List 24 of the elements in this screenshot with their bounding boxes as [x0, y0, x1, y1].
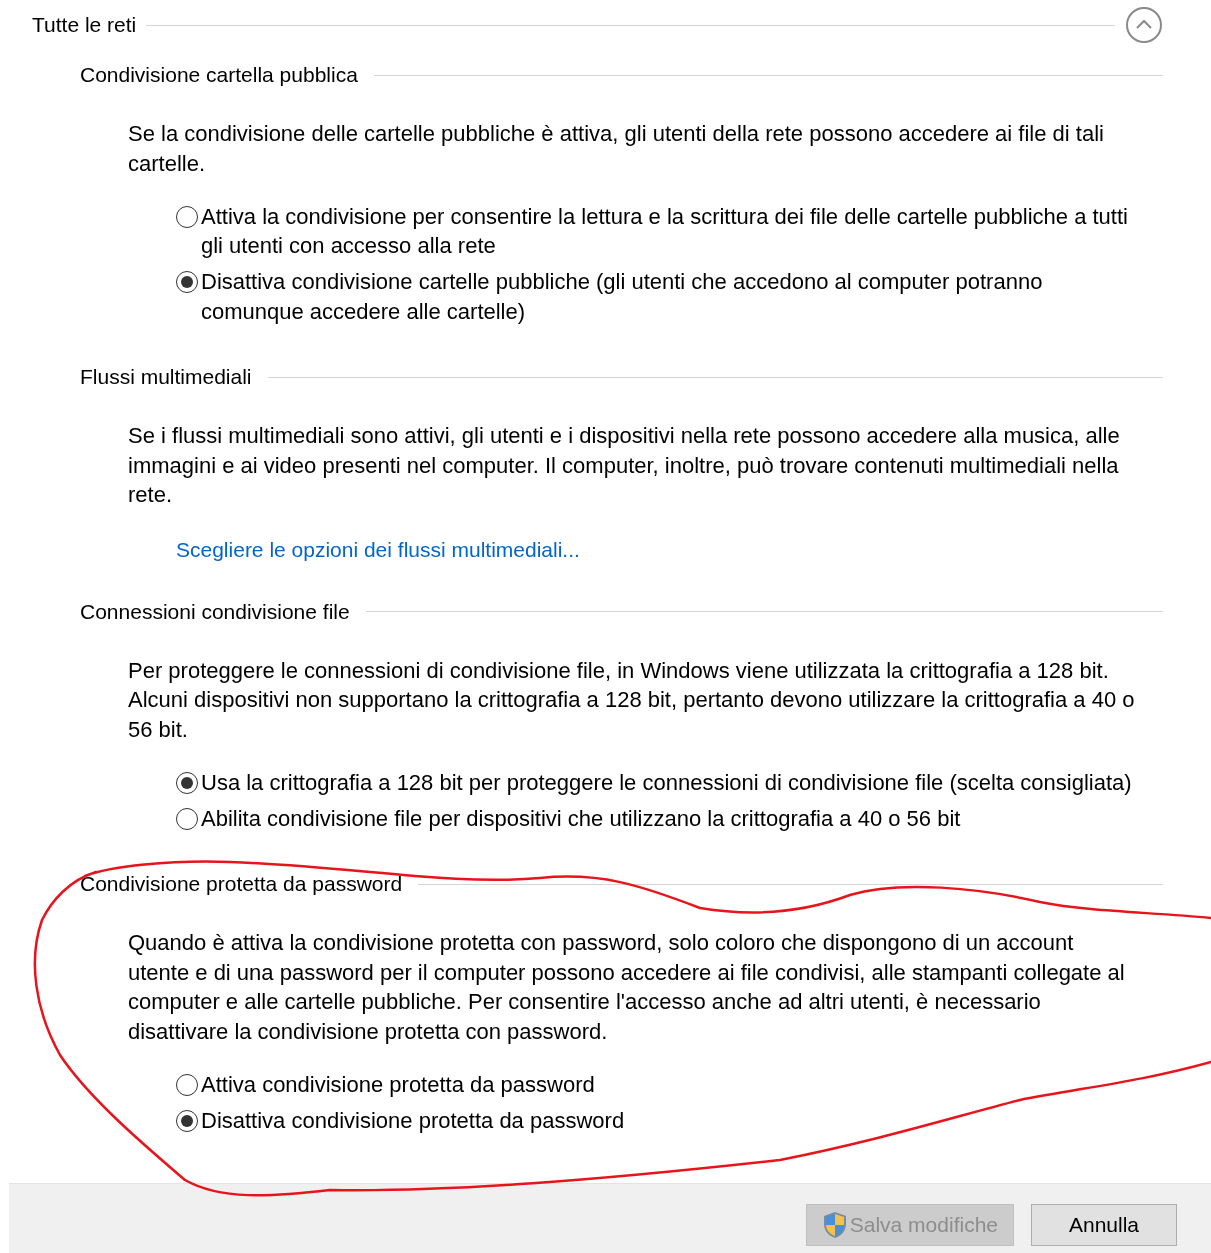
radio-label[interactable]: Disattiva condivisione cartelle pubbliche (gli utenti che accedono al computer potranno comunque accedere alle cartelle) [201, 267, 1136, 326]
section-description: Per proteggere le connessioni di condivisione file, in Windows viene utilizzata la crittografia a 128 bit. Alcuni dispositivi non supportano la crittografia a 128 bit, pertanto devono utilizzare la crittografia a 40 o 56 bit. [128, 656, 1136, 744]
media-options-link[interactable]: Scegliere le opzioni dei flussi multimediali... [176, 535, 580, 565]
section-description: Quando è attiva la condivisione protetta con password, solo coloro che dispongono di un account utente e di una password per il computer possono accedere ai file condivisi, alle stampanti collegate al computer e alle cartelle pubbliche. Per consentire l'accesso anche ad altri utenti, è necessario disattivare la condivisione protetta con password. [128, 929, 1126, 1046]
cancel-button[interactable]: Annulla [1031, 1204, 1177, 1246]
group-title: Tutte le reti [32, 13, 137, 37]
radio-label[interactable]: Disattiva condivisione protetta da password [201, 1105, 1136, 1135]
section-title: Condivisione cartella pubblica [80, 63, 358, 87]
radio-label[interactable]: Attiva la condivisione per consentire la lettura e la scrittura dei file delle cartelle pubbliche a tutti gli utenti con accesso alla rete [201, 201, 1136, 261]
section-title: Flussi multimediali [80, 365, 252, 389]
radio-button[interactable] [176, 271, 198, 293]
radio-button[interactable] [176, 1109, 198, 1132]
section-description: Se la condivisione delle cartelle pubbliche è attiva, gli utenti della rete possono accedere ai file di tali cartelle. [128, 120, 1105, 178]
radio-button[interactable] [176, 771, 198, 794]
radio-label[interactable]: Usa la crittografia a 128 bit per proteggere le connessioni di condivisione file (scelta consigliata) [201, 767, 1136, 797]
section-title: Connessioni condivisione file [80, 599, 350, 624]
collapse-icon[interactable] [1125, 6, 1163, 44]
radio-label[interactable]: Attiva condivisione protetta da password [201, 1069, 1136, 1099]
radio-button[interactable] [176, 807, 198, 830]
radio-button[interactable] [176, 1073, 198, 1096]
section-description: Se i flussi multimediali sono attivi, gli utenti e i dispositivi nella rete possono accedere alla musica, alle immagini e ai video presenti nel computer. Il computer, inoltre, può trovare contenuti multimediali nella rete. [128, 422, 1121, 509]
section-title: Condivisione protetta da password [80, 872, 403, 896]
radio-button[interactable] [176, 205, 198, 228]
radio-label[interactable]: Abilita condivisione file per dispositivi che utilizzano la crittografia a 40 o 56 bit [201, 803, 1136, 833]
